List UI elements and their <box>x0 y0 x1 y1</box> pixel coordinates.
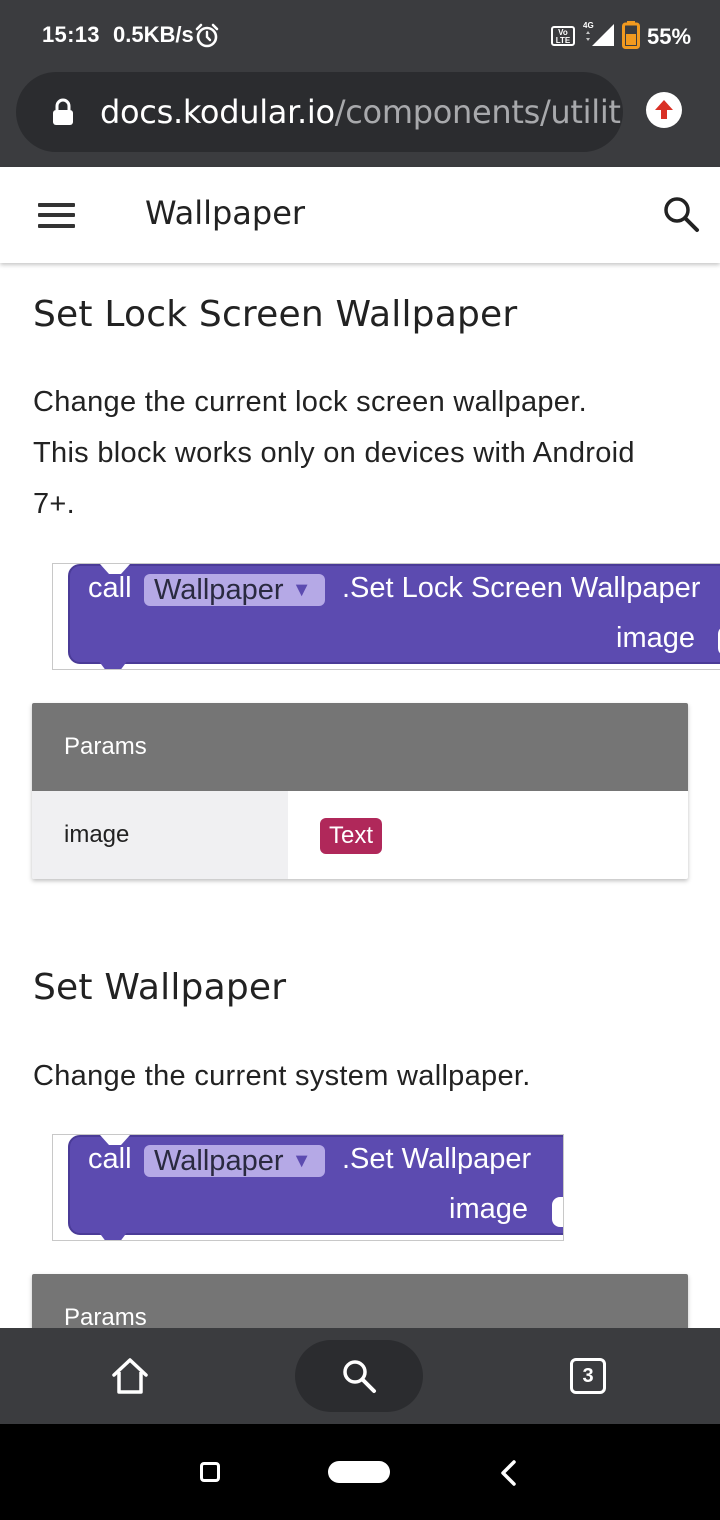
system-nav-bar <box>0 1424 720 1520</box>
call-block: call Wallpaper ▼ .Set Wallpaper image <box>68 1135 563 1235</box>
description-line: Change the current lock screen wallpaper… <box>33 386 587 418</box>
params-table: Params <box>32 1274 688 1328</box>
param-name: image <box>32 791 288 879</box>
url-text[interactable]: docs.kodular.io/components/utilitie <box>100 93 623 131</box>
call-block: call Wallpaper ▼ .Set Lock Screen Wallpap… <box>68 564 720 664</box>
status-bar: 15:13 0.5KB/s Vo LTE 4G 55% <box>0 0 720 70</box>
block-param-label: image <box>616 622 695 654</box>
doc-content: Set Lock Screen Wallpaper Change the cur… <box>0 263 720 1328</box>
network-type-label: 4G <box>583 21 594 30</box>
description-line: 7+. <box>33 488 76 520</box>
section-description: Change the current system wallpaper. <box>33 1051 531 1102</box>
recent-apps-icon[interactable] <box>200 1462 220 1482</box>
battery-icon <box>622 21 640 49</box>
block-tail <box>98 1231 128 1240</box>
description-line: This block works only on devices with An… <box>33 437 635 469</box>
component-name: Wallpaper <box>154 1145 284 1177</box>
block-method-label: .Set Lock Screen Wallpaper <box>342 572 701 604</box>
section-description: Change the current lock screen wallpaper… <box>33 377 635 530</box>
description-line: Change the current system wallpaper. <box>33 1060 531 1092</box>
block-tail <box>98 660 128 669</box>
table-row: image Text <box>32 791 688 879</box>
block-call-label: call <box>88 1143 132 1175</box>
address-bar[interactable]: docs.kodular.io/components/utilitie <box>16 72 623 152</box>
status-time: 15:13 <box>42 22 100 47</box>
dropdown-caret-icon: ▼ <box>291 1150 312 1172</box>
section-heading: Set Lock Screen Wallpaper <box>33 294 518 335</box>
params-header: Params <box>32 703 688 791</box>
search-button[interactable] <box>295 1340 423 1412</box>
lock-icon <box>53 98 73 125</box>
component-dropdown: Wallpaper ▼ <box>144 574 326 606</box>
component-name: Wallpaper <box>154 574 284 606</box>
bottom-toolbar: 3 <box>0 1328 720 1424</box>
battery-percent: 55% <box>647 24 692 49</box>
search-icon <box>343 1360 376 1393</box>
block-method-label: .Set Wallpaper <box>342 1143 532 1175</box>
section-heading: Set Wallpaper <box>33 967 287 1008</box>
tabs-icon[interactable]: 3 <box>570 1358 606 1394</box>
param-socket <box>552 1197 563 1227</box>
dropdown-caret-icon: ▼ <box>291 579 312 601</box>
type-badge: Text <box>320 818 383 854</box>
block-image: call Wallpaper ▼ .Set Wallpaper image <box>52 1134 564 1241</box>
menu-icon[interactable] <box>38 203 75 228</box>
network-speed: 0.5KB/s <box>113 22 194 47</box>
search-icon[interactable] <box>662 195 700 233</box>
block-param-label: image <box>449 1193 528 1225</box>
update-button[interactable] <box>646 92 682 128</box>
block-image: call Wallpaper ▼ .Set Lock Screen Wallpap… <box>52 563 720 670</box>
home-icon[interactable] <box>110 1356 150 1396</box>
signal-icon: 4G <box>583 21 614 46</box>
browser-toolbar: docs.kodular.io/components/utilitie <box>0 70 720 167</box>
home-pill-icon[interactable] <box>328 1461 390 1483</box>
url-path: /components/utilitie <box>334 93 623 131</box>
url-domain: docs.kodular.io <box>100 93 335 131</box>
component-dropdown: Wallpaper ▼ <box>144 1145 326 1177</box>
page-header: Wallpaper <box>0 167 720 263</box>
alarm-icon <box>195 23 219 48</box>
volte-icon: Vo LTE <box>551 26 575 46</box>
page-title: Wallpaper <box>145 194 306 232</box>
params-header: Params <box>32 1274 688 1328</box>
block-call-label: call <box>88 572 132 604</box>
params-table: Params image Text <box>32 703 688 879</box>
update-icon <box>655 100 673 119</box>
back-icon[interactable] <box>496 1459 520 1487</box>
